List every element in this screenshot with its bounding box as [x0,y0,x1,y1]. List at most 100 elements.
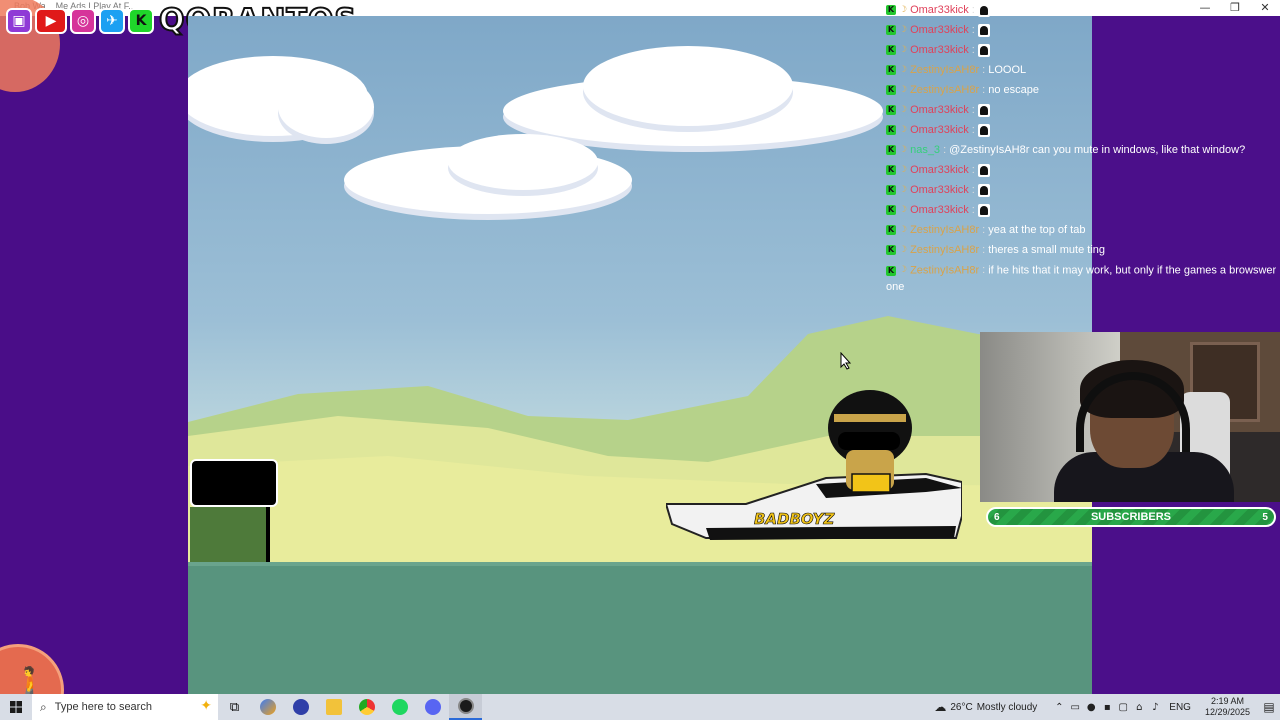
chat-separator: : [971,4,975,16]
kick-badge-icon: K [886,225,896,235]
chat-message: K ☽ Omar33kick: [886,200,1280,220]
network-icon[interactable]: ⌂ [1131,702,1147,713]
kick-badge-icon: K [886,125,896,135]
chat-separator: : [971,184,975,196]
left-overlay-panel: 🚶 [0,0,188,720]
rider [828,390,912,493]
instagram-icon: ◎ [70,8,96,34]
chat-separator: : [982,84,986,96]
chat-emote-icon [977,203,990,217]
chat-separator: : [971,204,975,216]
jetski-brand-label: BADBOYZ [754,510,835,529]
twitter-icon: ✈ [99,8,125,34]
taskbar-clock[interactable]: 2:19 AM 12/29/2025 [1205,696,1250,718]
chat-username[interactable]: Omar33kick [910,0,969,20]
chat-username[interactable]: Omar33kick [910,200,969,220]
app-blue-icon[interactable] [284,694,317,720]
camera-icon[interactable]: ▪ [1099,702,1115,713]
chat-message: K ☽ Omar33kick: [886,160,1280,180]
twitch-icon: ▣ [6,8,32,34]
chat-separator: : [982,224,986,236]
obs-icon[interactable] [449,694,482,720]
kick-badge-icon: K [886,245,896,255]
chat-username[interactable]: Omar33kick [910,160,969,180]
chat-emote-icon [977,23,990,37]
search-icon: ⌕ [40,699,47,714]
chat-text: theres a small mute ting [988,244,1105,256]
user-badge-icon: ☽ [899,185,908,195]
discord-icon[interactable] [416,694,449,720]
water-surface [188,562,1092,694]
chat-message: K ☽ ZestinyIsAH8r: no escape [886,80,1280,100]
chat-separator: : [943,144,947,156]
chat-separator: : [982,64,986,76]
kick-badge-icon: K [886,145,896,155]
device-icon[interactable]: ▭ [1067,702,1083,713]
volume-icon[interactable]: ♪ [1147,702,1163,713]
weather-widget[interactable]: ☁ 26°C Mostly cloudy [934,700,1037,714]
chat-text: LOOOL [988,64,1027,76]
chat-message: K ☽ ZestinyIsAH8r: yea at the top of tab [886,220,1280,240]
chat-separator: : [971,24,975,36]
chat-username[interactable]: Omar33kick [910,20,969,40]
notification-icon[interactable]: ▤ [1258,700,1280,714]
kick-badge-icon: K [886,105,896,115]
task-view-icon[interactable]: ⧉ [218,694,251,720]
chrome-icon[interactable] [350,694,383,720]
user-badge-icon: ☽ [899,45,908,55]
chevron-up-icon[interactable]: ⌃ [1051,702,1067,713]
chat-username[interactable]: ZestinyIsAH8r [910,240,979,260]
taskbar-search-box[interactable]: ⌕ Type here to search ✦ [32,694,218,720]
chat-username[interactable]: Omar33kick [910,120,969,140]
chat-username[interactable]: Omar33kick [910,40,969,60]
jetski-character[interactable]: BADBOYZ [666,388,966,568]
chat-username[interactable]: Omar33kick [910,100,969,120]
user-badge-icon: ☽ [899,65,908,75]
microphone-icon[interactable]: ● [1083,702,1099,713]
spotify-icon[interactable] [383,694,416,720]
language-indicator[interactable]: ENG [1169,702,1191,713]
chat-username[interactable]: ZestinyIsAH8r [910,60,979,80]
chat-message: K ☽ Omar33kick: [886,180,1280,200]
chat-message: K ☽ ZestinyIsAH8r: if he hits that it may w… [886,262,1280,298]
copilot-icon[interactable] [251,694,284,720]
start-button[interactable] [0,694,32,720]
chat-message: K ☽ Omar33kick: [886,120,1280,140]
file-explorer-icon[interactable] [317,694,350,720]
kick-badge-icon: K [886,25,896,35]
chat-message: K ☽ Omar33kick: [886,40,1280,60]
chat-message: K ☽ nas_3: @ZestinyIsAH8r can you mute in w… [886,140,1280,160]
kick-badge-icon: K [886,205,896,215]
kick-badge-icon: K [886,265,896,276]
chat-username[interactable]: ZestinyIsAH8r [910,264,979,276]
chat-username[interactable]: Omar33kick [910,180,969,200]
chat-emote-icon [977,3,990,17]
system-tray: ☁ 26°C Mostly cloudy ⌃ ▭ ● ▪ ▢ ⌂ ♪ ENG 2… [934,694,1280,720]
chat-separator: : [982,264,986,277]
chat-username[interactable]: nas_3 [910,140,940,160]
chat-separator: : [982,244,986,256]
chat-emote-icon [977,163,990,177]
user-badge-icon: ☽ [899,165,908,175]
clock-time: 2:19 AM [1210,696,1244,706]
kick-icon: K [128,8,154,34]
chat-separator: : [971,44,975,56]
chat-overlay: K ☽ Omar33kick: K ☽ Omar33kick: K ☽ Omar33kick: K… [886,0,1280,298]
user-badge-icon: ☽ [899,205,908,215]
mouse-cursor-icon [840,352,852,370]
dock-crate [190,459,278,563]
kick-badge-icon: K [886,45,896,55]
chat-separator: : [971,164,975,176]
user-badge-icon: ☽ [899,125,908,135]
search-placeholder: Type here to search [54,701,152,713]
chat-username[interactable]: ZestinyIsAH8r [910,220,979,240]
crate-top [190,459,278,507]
display-icon[interactable]: ▢ [1115,702,1131,713]
windows-logo-icon [10,701,22,713]
weather-temp: 26°C [950,701,973,713]
chat-username[interactable]: ZestinyIsAH8r [910,80,979,100]
chat-emote-icon [977,43,990,57]
sub-goal-count: 5 [1262,511,1268,523]
chat-text: yea at the top of tab [988,224,1086,236]
chat-message: K ☽ ZestinyIsAH8r: theres a small mute ting [886,240,1280,260]
